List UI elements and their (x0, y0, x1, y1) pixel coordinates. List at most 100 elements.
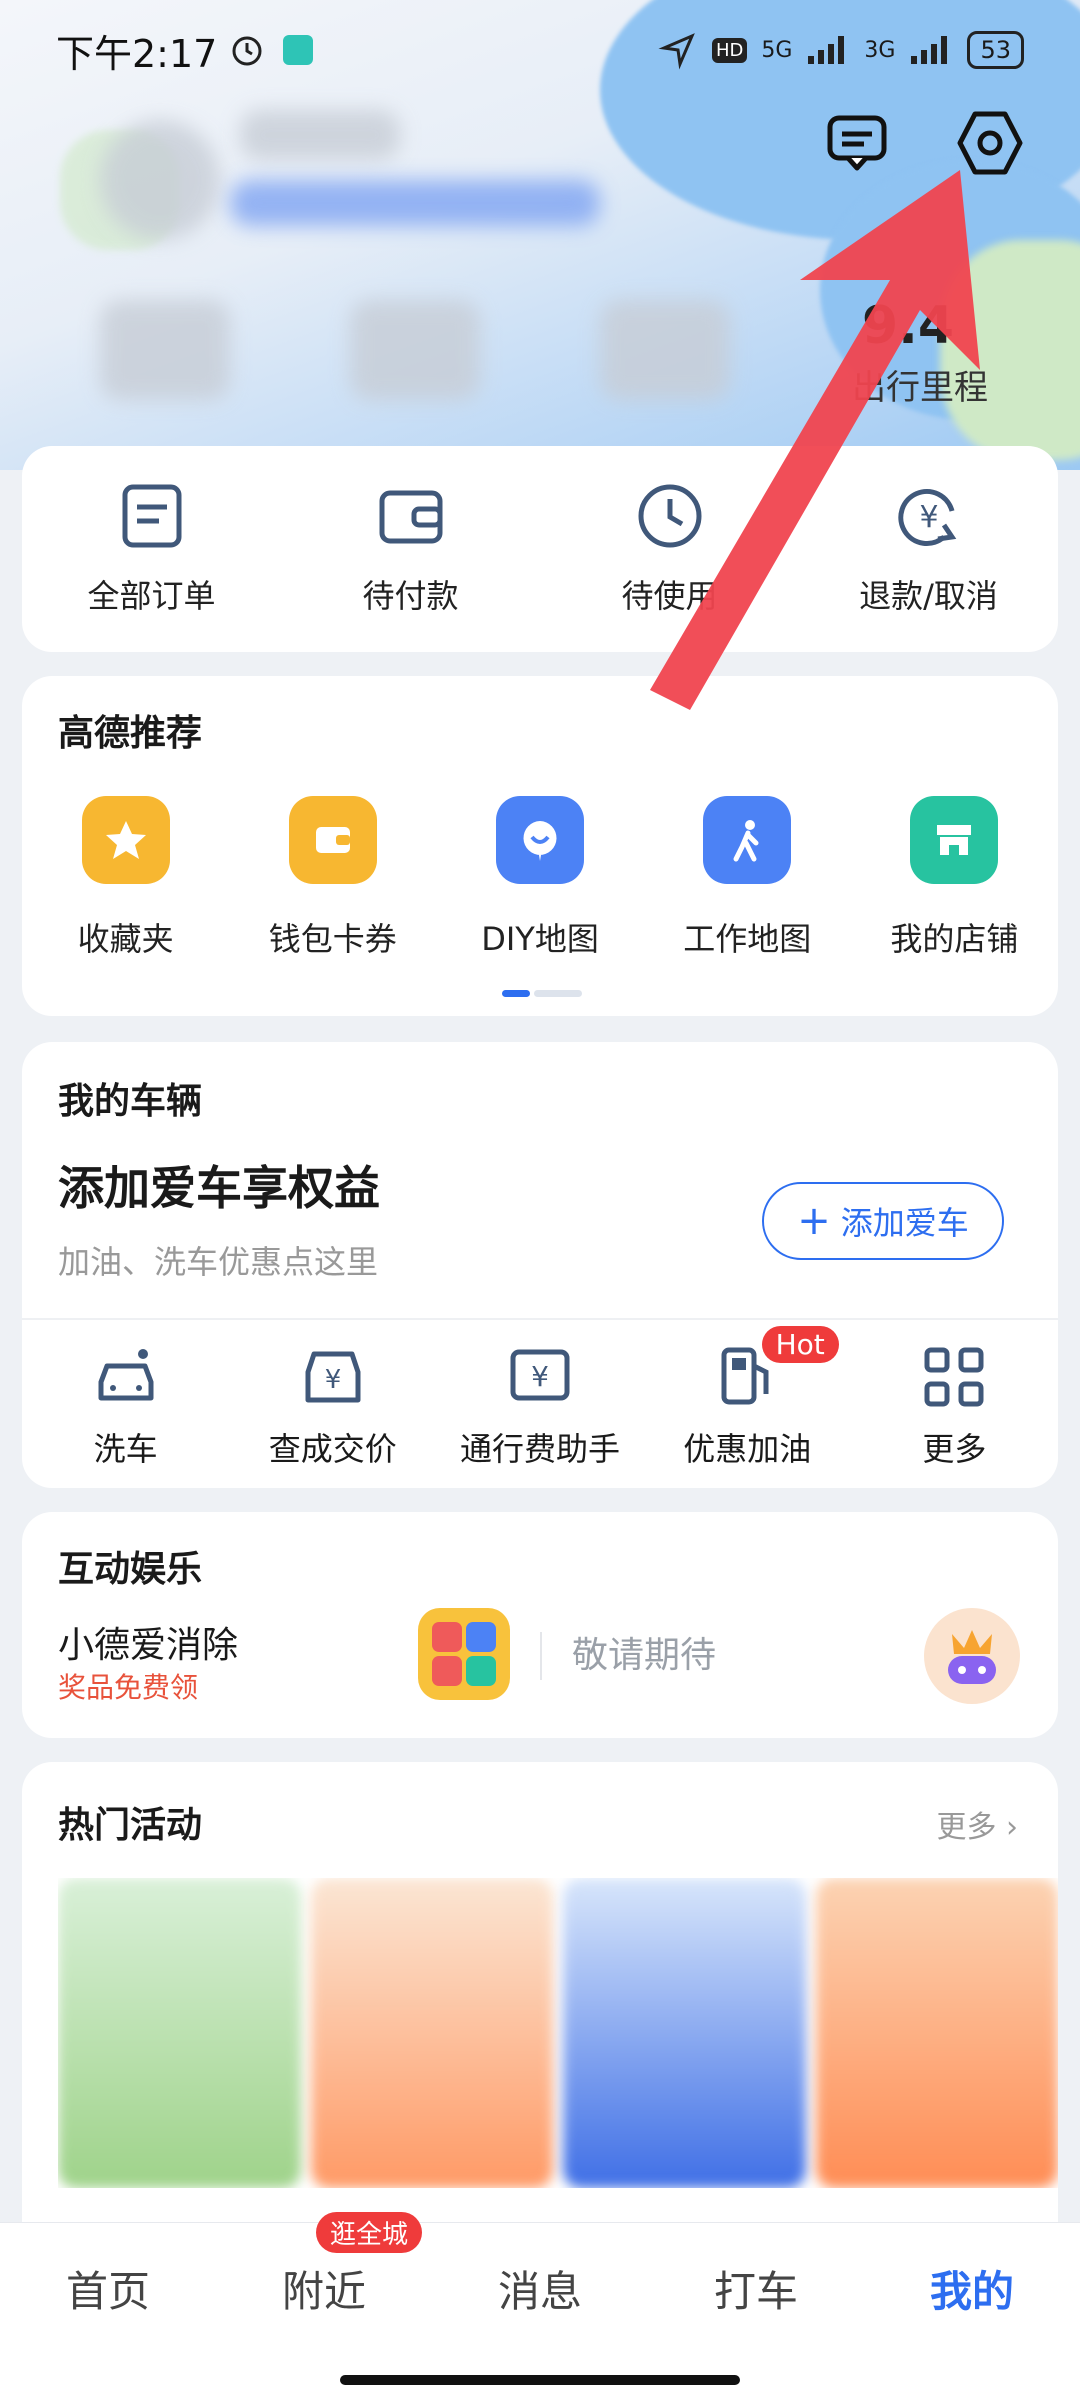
plus-icon: + (797, 1198, 831, 1244)
rec-label: 工作地图 (683, 920, 812, 958)
tab-label: 消息 (497, 2266, 582, 2316)
activity-tile[interactable] (310, 1878, 553, 2188)
hd-icon: HD (711, 37, 748, 63)
vehicle-card: 我的车辆 添加爱车享权益 加油、洗车优惠点这里 + 添加爱车 洗车 ¥ 查成交价… (22, 1042, 1058, 1488)
tab-home[interactable]: 首页 (0, 2258, 216, 2319)
veh-label: 更多 (922, 1430, 987, 1468)
svg-text:¥: ¥ (919, 500, 938, 535)
recommend-title: 高德推荐 (58, 713, 203, 754)
quick-item-pending-payment[interactable]: 待付款 (281, 481, 540, 617)
rec-label: 我的店铺 (890, 920, 1019, 958)
rec-item-work-map[interactable]: 工作地图 (644, 796, 851, 960)
tab-messages[interactable]: 消息 (432, 2258, 648, 2319)
game-title[interactable]: 小德爱消除 (58, 1616, 238, 1668)
car-wash-icon (98, 1349, 154, 1401)
entertainment-title: 互动娱乐 (58, 1549, 203, 1590)
order-list-icon (122, 484, 181, 548)
tab-mine[interactable]: 我的 (864, 2258, 1080, 2319)
vehicle-headline: 添加爱车享权益 (58, 1161, 380, 1215)
tab-taxi[interactable]: 打车 (648, 2258, 864, 2319)
battery-indicator: 53 (967, 31, 1024, 69)
coming-soon-text: 敬请期待 (572, 1635, 717, 1676)
status-time: 下午2:17 (56, 31, 218, 76)
order-shortcuts-card: 全部订单 待付款 待使用 ¥ 退款/取消 (22, 446, 1058, 652)
app-notification-icon (283, 35, 314, 65)
quick-item-to-use[interactable]: 待使用 (540, 481, 799, 617)
veh-label: 通行费助手 (460, 1430, 621, 1468)
rec-label: DIY地图 (481, 920, 599, 958)
alarm-icon (232, 36, 262, 66)
game-controller-icon[interactable] (924, 1608, 1020, 1704)
vehicle-subtitle: 加油、洗车优惠点这里 (58, 1243, 379, 1281)
more-label: 更多 (936, 1810, 997, 1845)
activity-tile[interactable] (563, 1878, 806, 2188)
quick-item-label: 全部订单 (87, 577, 216, 615)
stat-2[interactable] (350, 300, 480, 400)
chevron-right-icon: › (1006, 1810, 1018, 1845)
walker-icon (703, 796, 792, 884)
mileage-label: 出行里程 (852, 368, 988, 408)
stat-3[interactable] (600, 300, 730, 400)
rec-item-my-shop[interactable]: 我的店铺 (851, 796, 1058, 960)
veh-label: 洗车 (93, 1430, 158, 1468)
user-level-badge[interactable] (230, 180, 600, 226)
separator (540, 1632, 542, 1680)
game-app-icon[interactable] (418, 1608, 510, 1700)
tab-label: 附近 (281, 2266, 366, 2316)
clock-icon (638, 484, 701, 548)
rec-item-favorites[interactable]: 收藏夹 (22, 796, 229, 960)
quick-item-label: 待付款 (362, 577, 459, 615)
tab-nearby[interactable]: 逛全城 附近 (216, 2211, 432, 2319)
quick-item-label: 待使用 (621, 577, 718, 615)
status-indicators: HD 5G 3G 53 (658, 30, 1024, 70)
rec-label: 钱包卡券 (268, 920, 397, 958)
veh-item-car-wash[interactable]: 洗车 (22, 1342, 229, 1470)
quick-item-all-orders[interactable]: 全部订单 (22, 481, 281, 617)
activity-carousel[interactable] (58, 1878, 1058, 2188)
quick-item-refund[interactable]: ¥ 退款/取消 (799, 481, 1058, 617)
hot-badge: Hot (761, 1326, 839, 1363)
game-subtitle[interactable]: 奖品免费领 (58, 1666, 198, 1706)
activity-tile[interactable] (58, 1878, 301, 2188)
divider (22, 1318, 1058, 1320)
signal-icon (911, 36, 948, 64)
username (240, 110, 400, 160)
carousel-dots (502, 990, 582, 997)
message-icon[interactable] (822, 108, 892, 178)
add-car-label: 添加爱车 (840, 1204, 969, 1242)
network-3g: 3G (864, 37, 896, 63)
svg-text:¥: ¥ (325, 1365, 342, 1395)
quick-item-label: 退款/取消 (859, 577, 998, 615)
veh-item-fuel[interactable]: Hot 优惠加油 (644, 1326, 851, 1470)
wallet-icon (379, 490, 442, 544)
entertainment-card: 互动娱乐 小德爱消除 奖品免费领 敬请期待 (22, 1512, 1058, 1738)
status-bar: 下午2:17 HD 5G 3G 53 (0, 0, 1080, 100)
star-icon (81, 796, 170, 884)
settings-gear-icon[interactable] (955, 108, 1025, 178)
rec-label: 收藏夹 (77, 920, 174, 958)
stat-1[interactable] (100, 300, 230, 400)
refund-icon: ¥ (897, 488, 956, 546)
add-car-button[interactable]: + 添加爱车 (762, 1182, 1004, 1260)
signal-icon (808, 36, 845, 64)
veh-item-car-price[interactable]: ¥ 查成交价 (229, 1342, 436, 1470)
recommend-card: 高德推荐 收藏夹 钱包卡券 DIY地图 工作地图 我的店铺 (22, 676, 1058, 1016)
avatar[interactable] (100, 120, 220, 240)
veh-item-more[interactable]: 更多 (851, 1342, 1058, 1470)
tab-label: 打车 (713, 2266, 798, 2316)
activities-card: 热门活动 更多 › (22, 1762, 1058, 2222)
map-land (940, 240, 1080, 460)
veh-item-toll[interactable]: ¥ 通行费助手 (436, 1342, 643, 1470)
home-indicator[interactable] (340, 2375, 740, 2385)
activities-title: 热门活动 (58, 1805, 203, 1846)
rec-item-diy-map[interactable]: DIY地图 (436, 796, 643, 960)
bottom-tab-bar: 首页 逛全城 附近 消息 打车 我的 (0, 2211, 1080, 2400)
rec-item-wallet[interactable]: 钱包卡券 (229, 796, 436, 960)
toll-icon: ¥ (510, 1349, 570, 1401)
veh-label: 查成交价 (268, 1430, 397, 1468)
veh-label: 优惠加油 (683, 1430, 812, 1468)
activity-tile[interactable] (815, 1878, 1058, 2188)
tab-label: 首页 (65, 2266, 150, 2316)
activities-more-link[interactable]: 更多 › (936, 1802, 1018, 1846)
diy-map-icon (496, 796, 584, 884)
